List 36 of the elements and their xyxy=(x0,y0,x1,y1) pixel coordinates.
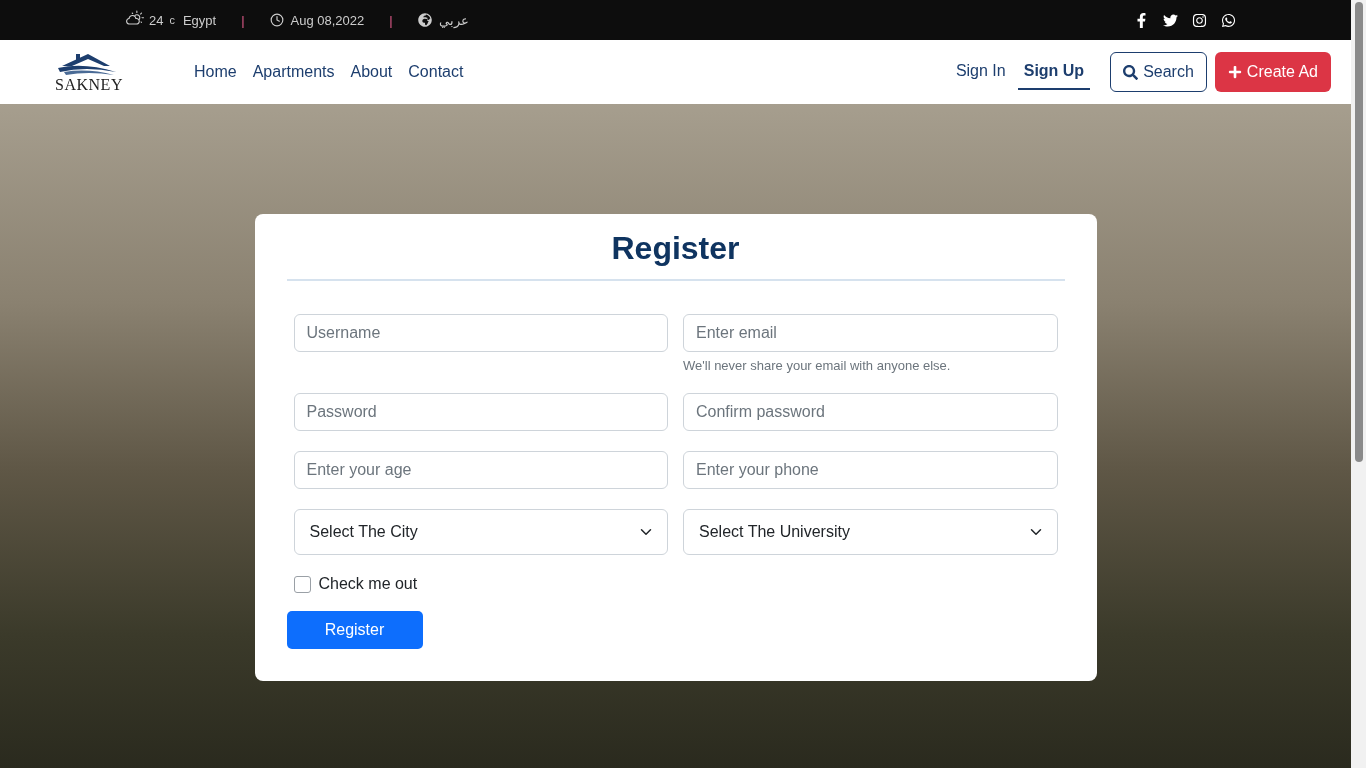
nav-link[interactable]: About xyxy=(350,63,393,81)
plus-icon xyxy=(1227,65,1242,79)
globe-icon xyxy=(417,13,432,27)
date: Aug 08,2022 xyxy=(290,12,365,28)
input-field[interactable]: Password xyxy=(293,393,668,431)
separator: | xyxy=(241,12,245,28)
register-button[interactable]: Register xyxy=(286,611,423,649)
clock-icon xyxy=(269,13,284,27)
checkbox-label: Check me out xyxy=(318,575,418,593)
select-dropdown[interactable]: Select The City xyxy=(293,509,668,555)
language-link[interactable]: عربي xyxy=(438,12,469,28)
scrollbar[interactable] xyxy=(1351,0,1366,768)
separator: | xyxy=(389,12,393,28)
search-button[interactable]: Search xyxy=(1110,52,1207,92)
checkbox[interactable] xyxy=(293,575,311,593)
facebook-icon[interactable] xyxy=(1134,12,1149,28)
location: Egypt xyxy=(182,12,217,28)
input-field[interactable]: Enter email xyxy=(683,314,1058,352)
select-dropdown[interactable]: Select The University xyxy=(683,509,1058,555)
logo-text: SAKNEY xyxy=(55,76,123,94)
create-ad-button[interactable]: Create Ad xyxy=(1214,52,1331,92)
auth-link[interactable]: Sign Up xyxy=(1017,54,1091,90)
nav-link[interactable]: Contact xyxy=(408,63,464,81)
input-field[interactable]: Enter your age xyxy=(293,451,668,489)
instagram-icon[interactable] xyxy=(1192,12,1207,28)
help-text: We'll never share your email with anyone else. xyxy=(683,358,952,373)
input-field[interactable]: Username xyxy=(293,314,668,352)
form-title: Register xyxy=(286,230,1065,281)
search-icon xyxy=(1123,64,1139,80)
input-field[interactable]: Confirm password xyxy=(683,393,1058,431)
auth-link[interactable]: Sign In xyxy=(949,54,1012,90)
nav-link[interactable]: Home xyxy=(194,63,237,81)
whatsapp-icon[interactable] xyxy=(1221,12,1236,28)
input-field[interactable]: Enter your phone xyxy=(683,451,1058,489)
twitter-icon[interactable] xyxy=(1163,12,1178,28)
nav-link[interactable]: Apartments xyxy=(252,63,335,81)
